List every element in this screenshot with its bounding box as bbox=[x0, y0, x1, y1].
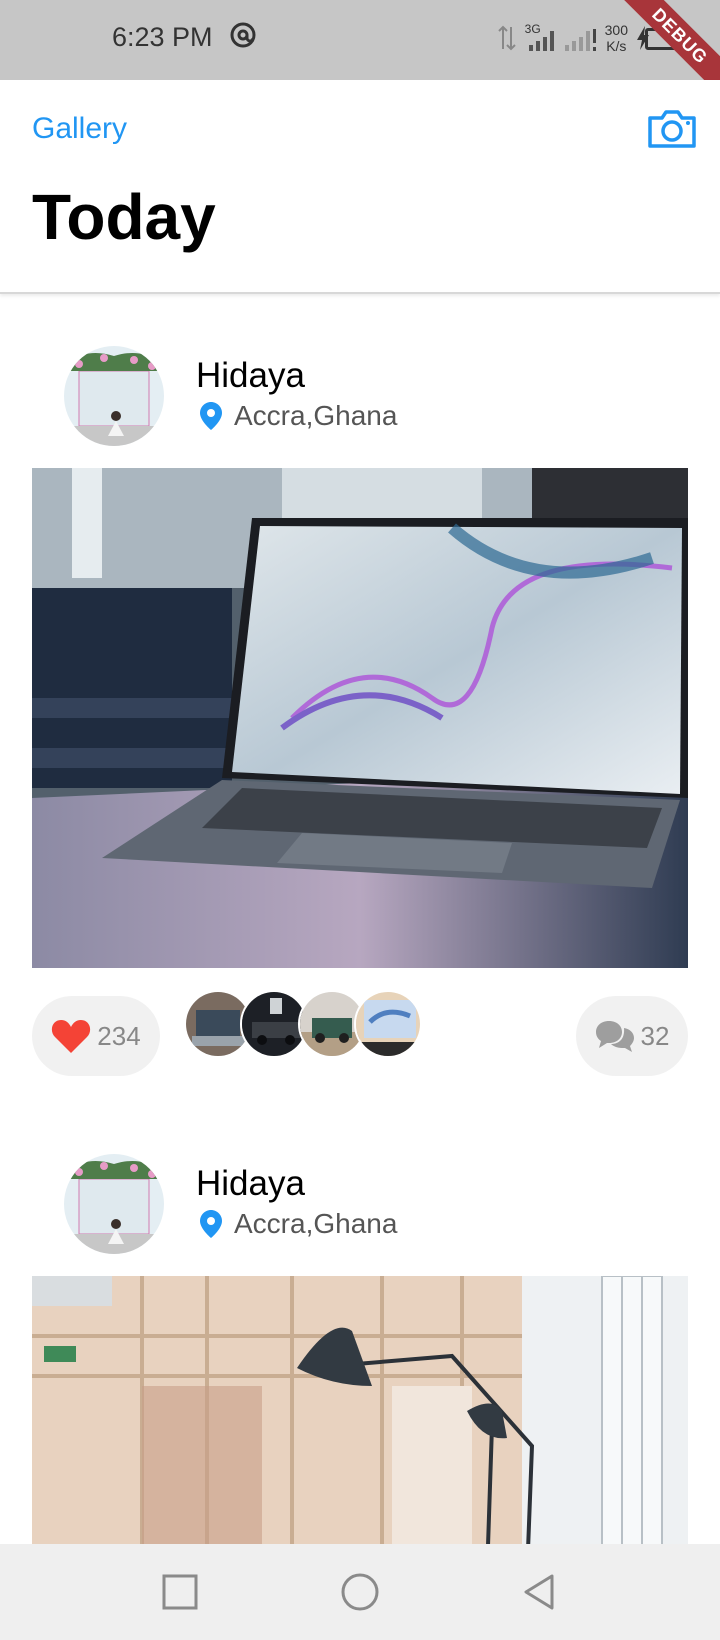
post-location: Accra,Ghana bbox=[200, 400, 397, 432]
comment-count: 32 bbox=[640, 1020, 670, 1051]
post-image[interactable] bbox=[32, 468, 688, 968]
signal-bars-alert-icon bbox=[564, 29, 596, 51]
location-text: Accra,Ghana bbox=[234, 1208, 398, 1239]
speed-value: 300 bbox=[604, 22, 628, 38]
location-text: Accra,Ghana bbox=[234, 400, 398, 431]
gallery-link[interactable]: Gallery bbox=[32, 112, 127, 146]
status-indicators: 3G 300 K/s bbox=[497, 18, 650, 58]
network-speed: 300 K/s bbox=[605, 22, 628, 54]
avatar[interactable] bbox=[64, 1154, 164, 1254]
post-author: Hidaya bbox=[196, 356, 305, 395]
like-count: 234 bbox=[97, 1020, 141, 1051]
data-arrows-icon bbox=[497, 25, 516, 51]
speed-unit: K/s bbox=[606, 38, 627, 54]
avatar-photo bbox=[64, 1154, 164, 1254]
laptop-photo bbox=[32, 468, 688, 968]
status-time: 6:23 PM bbox=[112, 22, 213, 52]
comments-icon bbox=[595, 1021, 634, 1052]
post-card: Hidaya Accra,Ghana bbox=[0, 296, 720, 1086]
location-pin-icon bbox=[200, 1210, 222, 1238]
comment-button[interactable]: 32 bbox=[576, 996, 688, 1076]
camera-icon[interactable] bbox=[646, 106, 698, 150]
circle-icon[interactable] bbox=[338, 1570, 382, 1614]
signal-3g: 3G bbox=[525, 23, 555, 53]
post-card: Hidaya Accra,Ghana bbox=[0, 1104, 720, 1544]
avatar-photo bbox=[64, 346, 164, 446]
liker-avatar[interactable] bbox=[354, 990, 422, 1058]
post-image[interactable] bbox=[32, 1276, 688, 1544]
post-author: Hidaya bbox=[196, 1164, 305, 1203]
like-button[interactable]: 234 bbox=[32, 996, 160, 1076]
at-sign-icon bbox=[230, 22, 256, 48]
location-pin-icon bbox=[200, 402, 222, 430]
post-location: Accra,Ghana bbox=[200, 1208, 397, 1240]
feed[interactable]: Hidaya Accra,Ghana 234 32 Hidaya Accra,G… bbox=[0, 296, 720, 1544]
back-triangle-icon[interactable] bbox=[518, 1570, 562, 1614]
square-icon[interactable] bbox=[158, 1570, 202, 1614]
app-header: Gallery Today bbox=[0, 80, 720, 294]
avatar[interactable] bbox=[64, 346, 164, 446]
lamp-office-photo bbox=[32, 1276, 688, 1544]
status-bar: 6:23 PM 3G 300 K/s DEBUG bbox=[0, 0, 720, 103]
heart-icon bbox=[52, 1020, 91, 1053]
page-title: Today bbox=[32, 181, 216, 253]
system-nav-bar bbox=[0, 1544, 720, 1640]
signal-bars-icon bbox=[528, 31, 554, 51]
